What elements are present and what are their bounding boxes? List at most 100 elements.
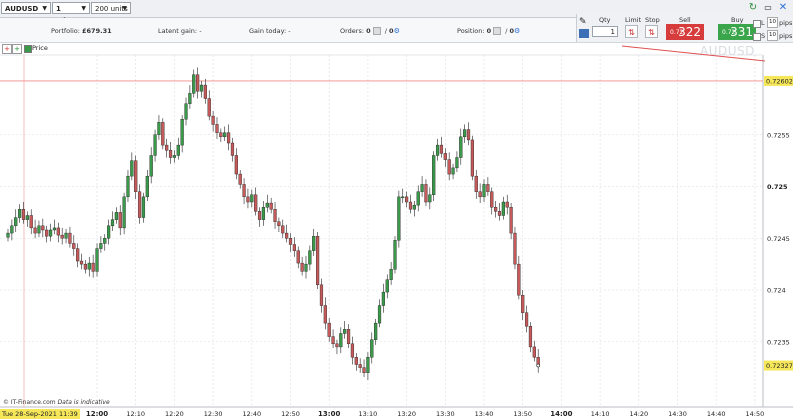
candle-up bbox=[130, 160, 134, 177]
candle-up bbox=[192, 74, 196, 94]
candle-down bbox=[327, 322, 331, 337]
candle-up bbox=[261, 206, 266, 220]
candle-up bbox=[343, 329, 347, 334]
candle-down bbox=[257, 211, 262, 220]
candle-up bbox=[451, 167, 455, 175]
price-level-label: 0.72602 bbox=[766, 77, 793, 85]
candle-up bbox=[501, 201, 505, 216]
candle-up bbox=[199, 84, 204, 92]
candle-up bbox=[37, 225, 41, 234]
candle-down bbox=[226, 132, 231, 144]
price-series-label: Price bbox=[32, 44, 48, 52]
candle-up bbox=[385, 279, 389, 293]
candle-down bbox=[281, 225, 285, 234]
candle-down bbox=[490, 191, 494, 208]
x-tick-label: 13:00 bbox=[318, 410, 340, 418]
price-chart[interactable]: 0.7235 0.724 0.7245 0.725 0.7255 12:00 12:10 12… bbox=[0, 0, 793, 419]
candle-down bbox=[21, 209, 26, 220]
candle-down bbox=[56, 227, 60, 236]
candle-down bbox=[486, 184, 490, 192]
candle-up bbox=[122, 196, 126, 229]
candle-down bbox=[346, 329, 351, 345]
trend-line bbox=[621, 45, 766, 62]
candle-up bbox=[48, 229, 53, 237]
candle-down bbox=[33, 227, 37, 234]
candle-up bbox=[435, 144, 440, 156]
candle-down bbox=[234, 155, 238, 175]
candle-up bbox=[420, 184, 424, 192]
candle-down bbox=[137, 191, 142, 218]
x-tick-label: 12:30 bbox=[204, 410, 223, 418]
candle-down bbox=[354, 357, 358, 365]
candle-up bbox=[459, 136, 463, 158]
candle-down bbox=[424, 184, 428, 203]
x-tick-label: 13:50 bbox=[513, 410, 532, 418]
candle-down bbox=[29, 215, 33, 229]
candle-up bbox=[381, 291, 385, 306]
candle-down bbox=[219, 132, 223, 138]
candle-down bbox=[230, 142, 235, 156]
candle-down bbox=[466, 129, 471, 141]
x-tick-label: 14:00 bbox=[550, 410, 572, 418]
x-tick-label: 12:20 bbox=[165, 410, 184, 418]
candle-down bbox=[439, 144, 444, 154]
candle-up bbox=[412, 204, 416, 210]
candle-down bbox=[513, 232, 517, 265]
candle-up bbox=[482, 184, 486, 198]
x-tick-label: 12:00 bbox=[86, 410, 108, 418]
candle-up bbox=[64, 232, 68, 239]
candle-up bbox=[95, 248, 99, 272]
candle-down bbox=[79, 260, 84, 265]
candle-down bbox=[273, 209, 277, 222]
candle-down bbox=[269, 202, 273, 210]
candle-down bbox=[296, 250, 300, 264]
candle-down bbox=[207, 98, 211, 117]
candle-down bbox=[134, 160, 138, 192]
candle-down bbox=[203, 84, 207, 99]
candle-up bbox=[145, 175, 149, 198]
candle-down bbox=[470, 139, 474, 177]
candle-down bbox=[196, 74, 200, 92]
candle-up bbox=[103, 238, 107, 244]
x-tick-label: 14:30 bbox=[668, 410, 687, 418]
candle-up bbox=[432, 155, 436, 195]
candle-down bbox=[408, 201, 413, 210]
candle-down bbox=[505, 201, 509, 208]
candle-up bbox=[110, 219, 115, 227]
candle-down bbox=[68, 232, 72, 244]
candle-up bbox=[149, 155, 153, 177]
add-indicator-icon[interactable]: + bbox=[2, 44, 12, 54]
candle-up bbox=[377, 305, 382, 324]
x-tick-label: 13:10 bbox=[359, 410, 378, 418]
candle-down bbox=[319, 284, 324, 306]
candle-down bbox=[72, 243, 76, 249]
indicator-settings-icon[interactable]: + bbox=[12, 44, 22, 54]
candle-up bbox=[157, 122, 161, 135]
candle-down bbox=[246, 196, 250, 203]
candle-down bbox=[362, 367, 366, 373]
candle-up bbox=[52, 227, 57, 231]
candle-up bbox=[366, 357, 370, 373]
candle-up bbox=[455, 157, 459, 169]
candle-down bbox=[41, 225, 45, 231]
candle-up bbox=[6, 232, 10, 238]
candle-down bbox=[443, 153, 447, 160]
x-tick-label: 14:40 bbox=[707, 410, 726, 418]
candle-down bbox=[494, 206, 498, 212]
candle-up bbox=[416, 191, 420, 206]
candle-up bbox=[114, 212, 118, 220]
candle-up bbox=[339, 333, 343, 348]
candle-up bbox=[265, 202, 269, 208]
candle-down bbox=[474, 175, 478, 192]
candle-down bbox=[405, 196, 409, 203]
candle-down bbox=[292, 244, 296, 251]
candle-up bbox=[184, 103, 188, 120]
candle-up bbox=[393, 240, 397, 270]
candle-up bbox=[172, 155, 177, 158]
candle-up bbox=[126, 175, 130, 198]
candle-up bbox=[428, 194, 432, 203]
candle-down bbox=[215, 124, 219, 133]
candle-up bbox=[304, 263, 308, 272]
x-tick-label: 12:10 bbox=[126, 410, 145, 418]
cursor-date-tag: Tue 28-Sep-2021 11:39 bbox=[0, 409, 80, 419]
